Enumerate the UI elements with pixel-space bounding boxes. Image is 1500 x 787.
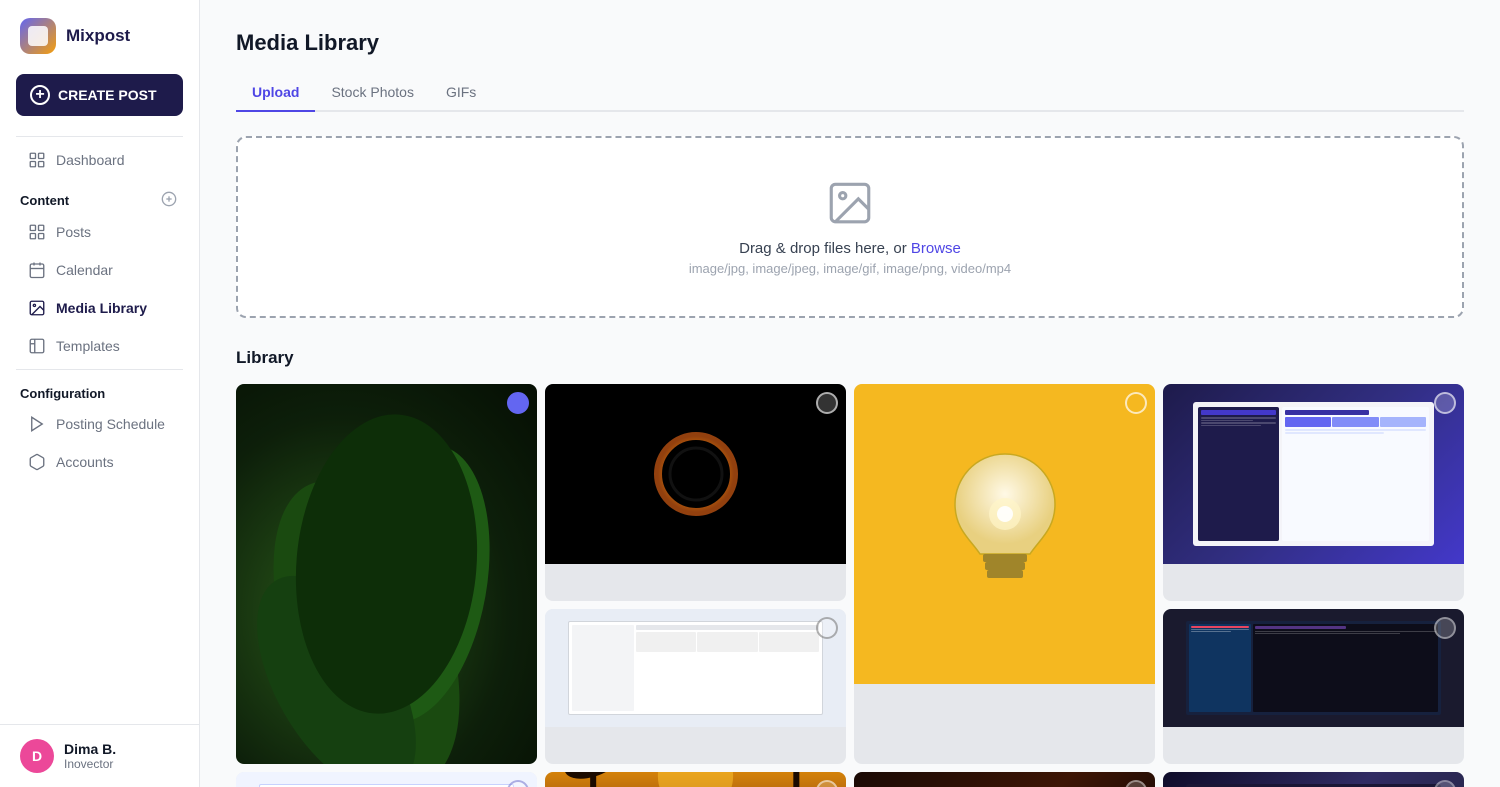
tab-stock-photos[interactable]: Stock Photos: [315, 76, 430, 112]
calendar-label: Calendar: [56, 262, 113, 278]
screenshot-mockup-light: [568, 621, 824, 715]
media-item[interactable]: [545, 772, 846, 787]
app-name: Mixpost: [66, 26, 130, 46]
posting-schedule-icon: [28, 415, 46, 433]
media-select-checkbox[interactable]: [816, 617, 838, 639]
content-section-header: Content: [0, 179, 199, 213]
create-post-label: CREATE POST: [58, 87, 157, 103]
sidebar-item-media-library[interactable]: Media Library: [8, 290, 191, 326]
leaf-illustration: [236, 384, 537, 764]
sidebar-item-templates[interactable]: Templates: [8, 328, 191, 364]
templates-icon: [28, 337, 46, 355]
user-name: Dima B.: [64, 741, 116, 757]
media-select-checkbox[interactable]: [1434, 617, 1456, 639]
media-item[interactable]: [1163, 772, 1464, 787]
media-item[interactable]: [236, 384, 537, 764]
app-logo: Mixpost: [0, 0, 199, 70]
logo-icon-inner: [28, 26, 48, 46]
posting-schedule-label: Posting Schedule: [56, 416, 165, 432]
posts-icon: [28, 223, 46, 241]
sidebar-item-accounts[interactable]: Accounts: [8, 444, 191, 480]
create-post-button[interactable]: + CREATE POST: [16, 74, 183, 116]
sidebar-divider-top: [16, 136, 183, 137]
dashboard-icon: [28, 151, 46, 169]
media-select-checkbox[interactable]: [507, 780, 529, 787]
lightbulb-illustration: [945, 444, 1065, 624]
dashboard-label: Dashboard: [56, 152, 125, 168]
posts-label: Posts: [56, 224, 91, 240]
media-item[interactable]: [1163, 609, 1464, 764]
media-item[interactable]: [854, 772, 1155, 787]
dark-photo-illustration: [854, 772, 1155, 787]
tab-gifs[interactable]: GIFs: [430, 76, 492, 112]
media-item[interactable]: [236, 772, 537, 787]
media-select-checkbox[interactable]: [1434, 392, 1456, 414]
accounts-icon: [28, 453, 46, 471]
configuration-section-header: Configuration: [0, 374, 199, 405]
media-select-checkbox[interactable]: [1125, 392, 1147, 414]
upload-image-icon: [825, 178, 875, 228]
add-content-icon[interactable]: [161, 191, 179, 209]
screenshot-mockup-dark: [1186, 621, 1442, 715]
upload-zone[interactable]: Drag & drop files here, or Browse image/…: [236, 136, 1464, 318]
upload-hint: image/jpg, image/jpeg, image/gif, image/…: [689, 261, 1011, 276]
screenshot-mockup: [1193, 402, 1434, 546]
page-title: Media Library: [236, 30, 1464, 56]
user-info: Dima B. Inovector: [64, 741, 116, 771]
calendar-icon: [28, 261, 46, 279]
sidebar-footer: D Dima B. Inovector: [0, 724, 199, 787]
media-library-icon: [28, 299, 46, 317]
silhouette-illustration: [545, 772, 846, 787]
media-item[interactable]: [545, 609, 846, 764]
sidebar-divider-mid: [16, 369, 183, 370]
ring-illustration: [651, 429, 741, 519]
media-select-checkbox[interactable]: [1434, 780, 1456, 787]
user-org: Inovector: [64, 757, 116, 771]
media-item[interactable]: [1163, 384, 1464, 601]
upload-main-text: Drag & drop files here, or Browse: [739, 240, 961, 257]
tabs-bar: Upload Stock Photos GIFs: [236, 76, 1464, 112]
logo-icon: [20, 18, 56, 54]
media-item[interactable]: [545, 384, 846, 601]
avatar: D: [20, 739, 54, 773]
media-select-checkbox[interactable]: [816, 392, 838, 414]
media-select-checkbox[interactable]: [507, 392, 529, 414]
sidebar-item-calendar[interactable]: Calendar: [8, 252, 191, 288]
sidebar-item-posting-schedule[interactable]: Posting Schedule: [8, 406, 191, 442]
content-section-label: Content: [20, 193, 69, 208]
browse-link[interactable]: Browse: [911, 240, 961, 257]
library-title: Library: [236, 348, 1464, 368]
sidebar-item-posts[interactable]: Posts: [8, 214, 191, 250]
plus-circle-icon: +: [30, 85, 50, 105]
sidebar: Mixpost + CREATE POST Dashboard Content: [0, 0, 200, 787]
sidebar-item-dashboard[interactable]: Dashboard: [8, 142, 191, 178]
library-grid: [236, 384, 1464, 787]
media-library-label: Media Library: [56, 300, 147, 316]
media-item[interactable]: [854, 384, 1155, 764]
accounts-label: Accounts: [56, 454, 114, 470]
main-content: Media Library Upload Stock Photos GIFs D…: [200, 0, 1500, 787]
configuration-section-label: Configuration: [20, 386, 105, 401]
tab-upload[interactable]: Upload: [236, 76, 315, 112]
avatar-initials: D: [32, 748, 42, 764]
templates-label: Templates: [56, 338, 120, 354]
